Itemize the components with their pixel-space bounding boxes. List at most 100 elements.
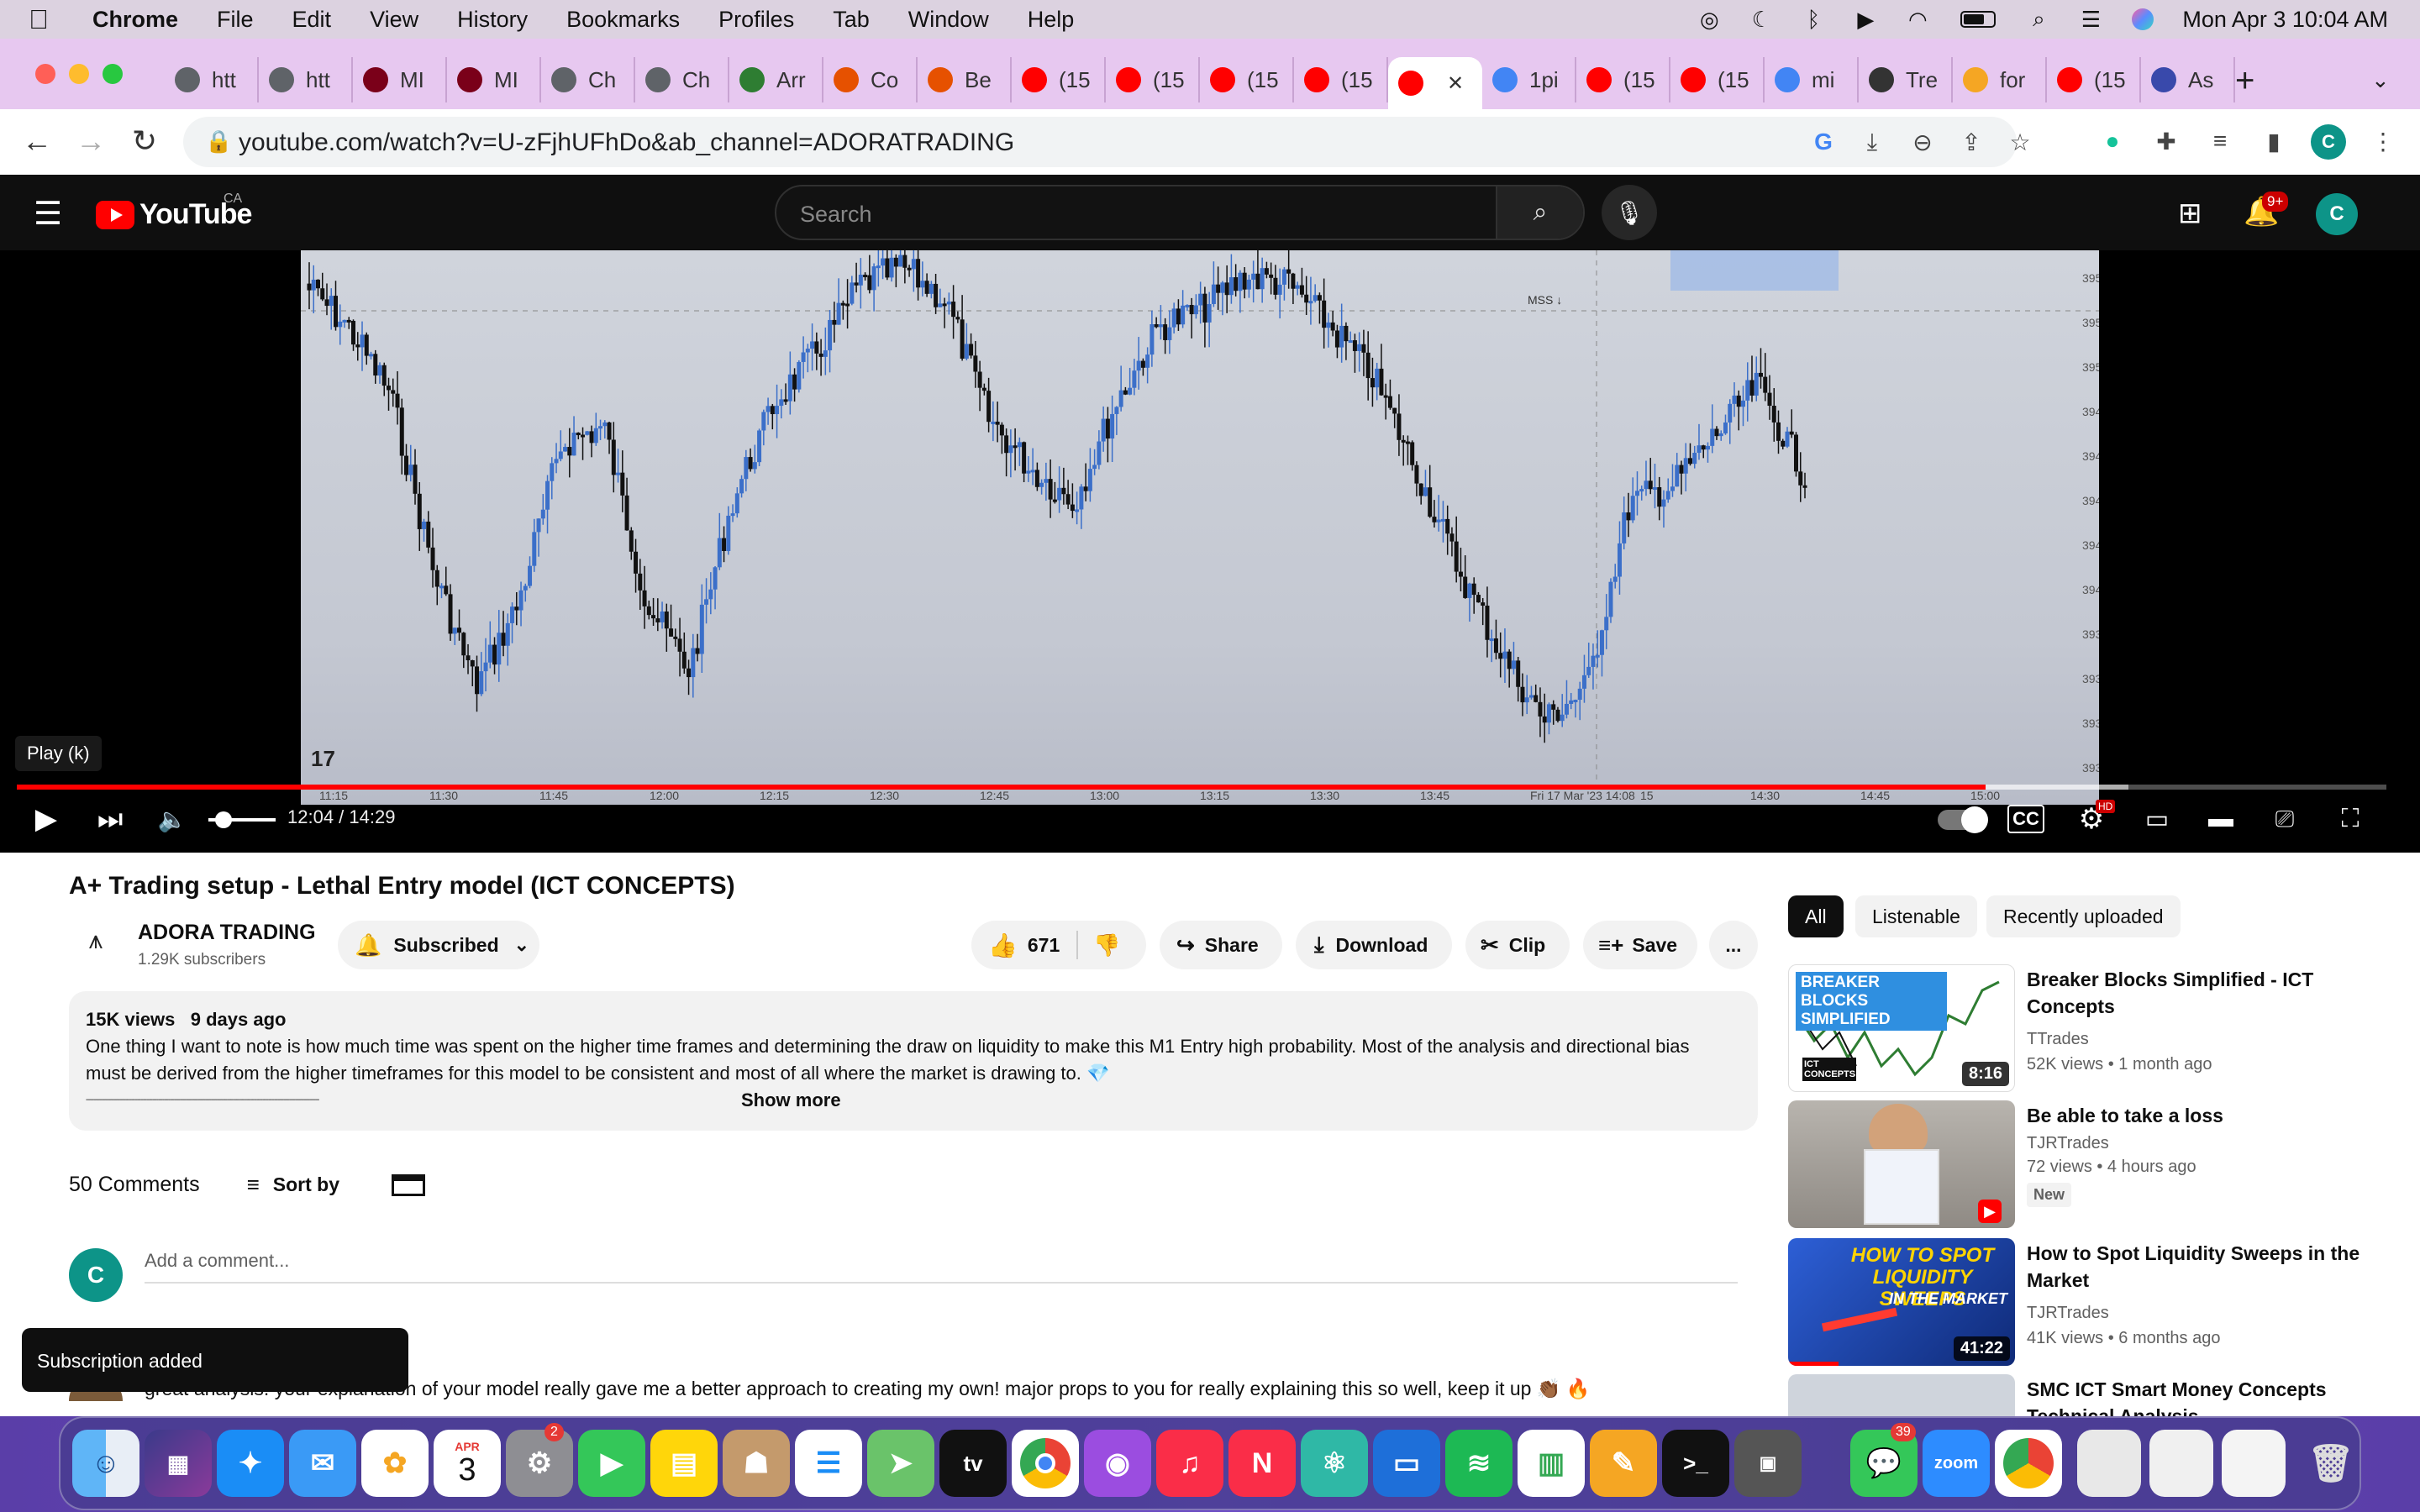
menu-profiles[interactable]: Profiles	[718, 7, 794, 33]
back-arrow-icon[interactable]: ←	[18, 123, 55, 160]
channel-name[interactable]: ADORA TRADING	[138, 921, 316, 945]
lock-icon[interactable]: 🔒	[205, 129, 232, 155]
chip-listenable[interactable]: Listenable	[1855, 895, 1977, 937]
mail-icon[interactable]: ✉	[289, 1430, 356, 1497]
spotify-icon[interactable]: ≋	[1445, 1430, 1512, 1497]
dislike-thumbs-down-icon[interactable]: 👎	[1093, 932, 1120, 958]
recommendation-thumbnail[interactable]: BREAKER BLOCKS SIMPLIFIED ICT CONCEPTS 8…	[1788, 964, 2015, 1092]
keynote-icon[interactable]: ▭	[1373, 1430, 1440, 1497]
autoplay-toggle[interactable]	[1938, 806, 1988, 833]
reload-icon[interactable]: ↻	[126, 123, 163, 160]
share-button[interactable]: ↪ Share	[1160, 921, 1282, 969]
terminal-icon[interactable]: >_	[1662, 1430, 1729, 1497]
wifi-icon[interactable]: ◠	[1905, 7, 1930, 32]
menu-bookmarks[interactable]: Bookmarks	[566, 7, 680, 33]
browser-tab[interactable]: htt	[259, 57, 353, 102]
browser-tab[interactable]: for	[1953, 57, 2047, 102]
recommendation-channel[interactable]: TJRTrades	[2027, 1304, 2109, 1323]
browser-tab[interactable]: (15	[1106, 57, 1200, 102]
facetime-icon[interactable]: ▶	[578, 1430, 645, 1497]
voice-search-mic-icon[interactable]: 🎙	[1602, 185, 1657, 240]
finder-icon[interactable]: ☺	[72, 1430, 139, 1497]
recommendation-title[interactable]: SMC ICT Smart Money Concepts Technical A…	[2027, 1376, 2380, 1416]
control-center-icon[interactable]: ☰	[2078, 7, 2103, 32]
menu-clock[interactable]: Mon Apr 3 10:04 AM	[2182, 7, 2388, 33]
window-close-button[interactable]	[35, 64, 55, 84]
recommendation-channel[interactable]: TTrades	[2027, 1030, 2089, 1049]
browser-tab[interactable]: MI	[447, 57, 541, 102]
pages-icon[interactable]: ✎	[1590, 1430, 1657, 1497]
bluetooth-icon[interactable]: ᛒ	[1801, 7, 1826, 32]
window-zoom-button[interactable]	[103, 64, 123, 84]
tab-close-icon[interactable]: ✕	[1447, 71, 1464, 96]
browser-tab[interactable]: Ch	[541, 57, 635, 102]
install-app-icon[interactable]: ⤓	[1857, 127, 1887, 157]
launchpad-icon[interactable]: ▦	[145, 1430, 212, 1497]
browser-tab[interactable]: Co	[823, 57, 918, 102]
recommendation-title[interactable]: Breaker Blocks Simplified - ICT Concepts	[2027, 966, 2380, 1020]
apple-icon[interactable]: 	[29, 4, 79, 35]
recommendation-title[interactable]: Be able to take a loss	[2027, 1102, 2380, 1129]
show-more-link[interactable]: Show more	[741, 1087, 841, 1114]
siri-icon[interactable]	[2130, 7, 2155, 32]
spotlight-search-icon[interactable]: ⌕	[2026, 6, 2051, 32]
address-url[interactable]: youtube.com/watch?v=U-zFjhUFhDo&ab_chann…	[239, 129, 1014, 157]
airdrop-icon[interactable]: ◎	[1697, 7, 1722, 32]
recommendation-item[interactable]: BREAKER BLOCKS SIMPLIFIED ICT CONCEPTS 8…	[1788, 964, 2393, 1092]
volume-icon[interactable]: 🔈	[155, 798, 190, 840]
new-tab-icon[interactable]: +	[2235, 62, 2254, 100]
cast-icon[interactable]: ⎚	[2267, 798, 2302, 840]
address-bar[interactable]: 🔒 youtube.com/watch?v=U-zFjhUFhDo&ab_cha…	[183, 117, 2031, 167]
recommendation-item[interactable]: SMC ICT Smart Money Concepts Technical A…	[1788, 1374, 2393, 1416]
menu-file[interactable]: File	[217, 7, 254, 33]
minimized-window-2[interactable]	[2149, 1430, 2213, 1497]
next-video-icon[interactable]: ⏭	[92, 798, 128, 840]
recommendation-item[interactable]: ▶ Be able to take a loss TJRTrades 72 vi…	[1788, 1100, 2393, 1228]
maps-icon[interactable]: ➤	[867, 1430, 934, 1497]
browser-tab[interactable]: htt	[165, 57, 259, 102]
reminders-icon[interactable]: ☰	[795, 1430, 862, 1497]
browser-tab[interactable]: (15	[1576, 57, 1670, 102]
chrome-profile-avatar[interactable]: C	[2311, 124, 2346, 160]
subscribed-button[interactable]: 🔔 Subscribed ⌄	[338, 921, 539, 969]
video-progress-bar[interactable]	[17, 785, 2386, 790]
recommendation-thumbnail[interactable]	[1788, 1374, 2015, 1416]
battery-icon[interactable]	[1957, 7, 1999, 32]
browser-tab[interactable]: (15	[1670, 57, 1765, 102]
search-box[interactable]: Search ⌕	[775, 185, 1585, 240]
youtube-account-avatar[interactable]: C	[2316, 193, 2358, 235]
browser-tab[interactable]: MI	[353, 57, 447, 102]
browser-tab[interactable]: mi	[1765, 57, 1859, 102]
now-playing-icon[interactable]: ▶	[1853, 7, 1878, 32]
chip-all[interactable]: All	[1788, 895, 1844, 937]
recommendation-channel[interactable]: TJRTrades	[2027, 1134, 2109, 1153]
guide-menu-icon[interactable]: ☰	[34, 195, 62, 233]
menu-edit[interactable]: Edit	[292, 7, 332, 33]
notes-icon[interactable]: ▤	[650, 1430, 718, 1497]
menu-window[interactable]: Window	[908, 7, 989, 33]
focus-moon-icon[interactable]: ☾	[1749, 7, 1774, 32]
chrome-menu-icon[interactable]: ⋮	[2368, 126, 2398, 156]
bookmark-star-icon[interactable]: ☆	[2005, 127, 2035, 157]
forward-arrow-icon[interactable]: →	[72, 123, 109, 160]
sort-comments-button[interactable]: ≡ Sort by	[247, 1172, 339, 1198]
download-button[interactable]: ⤓ Download	[1296, 921, 1452, 969]
google-translate-icon[interactable]: G	[1808, 127, 1839, 157]
miniplayer-icon[interactable]: ▭	[2139, 798, 2175, 840]
video-player[interactable]: MSS ↓ 395 395 395 394 394 394 394 394 393 393 393 39…	[0, 250, 2420, 853]
menu-history[interactable]: History	[457, 7, 528, 33]
create-video-icon[interactable]: ⊞	[2178, 197, 2202, 230]
recommendation-title[interactable]: How to Spot Liquidity Sweeps in the Mark…	[2027, 1240, 2380, 1294]
video-description-box[interactable]: 15K views 9 days ago One thing I want to…	[69, 991, 1758, 1131]
volume-slider-knob[interactable]	[215, 811, 232, 828]
window-minimize-button[interactable]	[69, 64, 89, 84]
play-button[interactable]: ▶	[29, 798, 64, 840]
more-actions-button[interactable]: ...	[1709, 921, 1758, 969]
activity-monitor-icon[interactable]: ▣	[1734, 1430, 1802, 1497]
recommendation-item[interactable]: HOW TO SPOT LIQUIDITY SWEEPS IN THE MARK…	[1788, 1238, 2393, 1366]
share-page-icon[interactable]: ⇪	[1956, 127, 1986, 157]
safari-icon[interactable]: ✦	[217, 1430, 284, 1497]
grammarly-extension-icon[interactable]: ●	[2097, 126, 2128, 156]
browser-tab[interactable]: Arr	[729, 57, 823, 102]
apple-tv-icon[interactable]: tv	[939, 1430, 1007, 1497]
